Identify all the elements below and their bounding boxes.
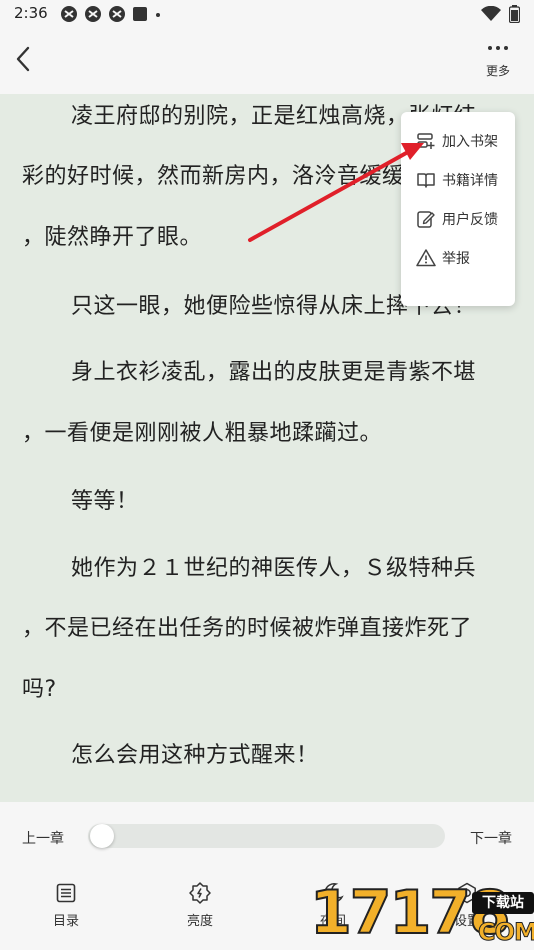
wifi-icon	[481, 6, 501, 21]
text-line: 怎么会用这种方式醒来！	[71, 743, 319, 768]
text-line: 吗?	[22, 677, 57, 702]
notification-icons	[60, 5, 162, 23]
book-icon	[417, 173, 435, 188]
warning-icon	[416, 249, 436, 267]
more-menu: 加入书架 书籍详情 用户反馈 举报	[401, 112, 515, 306]
tab-catalog[interactable]: 目录	[36, 882, 96, 929]
notification-app-icon	[109, 6, 125, 22]
menu-item-label: 书籍详情	[442, 173, 498, 189]
menu-item-feedback[interactable]: 用户反馈	[401, 200, 515, 238]
prev-chapter-button[interactable]: 上一章	[22, 828, 64, 848]
back-button[interactable]	[10, 42, 40, 76]
brightness-icon	[189, 882, 211, 904]
menu-item-label: 举报	[442, 251, 470, 267]
chevron-left-icon	[16, 46, 30, 72]
next-chapter-button[interactable]: 下一章	[470, 828, 512, 848]
more-label: 更多	[485, 64, 510, 78]
status-time: 2:36	[14, 4, 48, 22]
notification-dot-icon	[156, 13, 160, 17]
battery-icon	[509, 5, 520, 23]
menu-item-add-to-shelf[interactable]: 加入书架	[401, 122, 515, 160]
list-icon	[56, 883, 76, 903]
tab-label: 目录	[52, 914, 79, 929]
text-line: 等等！	[71, 489, 139, 514]
status-bar: 2:36	[0, 0, 534, 28]
watermark-suffix: COM	[478, 918, 534, 947]
text-line: ，一看便是刚刚被人粗暴地蹂躏过。	[22, 421, 383, 446]
tab-brightness[interactable]: 亮度	[170, 882, 230, 929]
text-line: ，陡然睁开了眼。	[22, 225, 203, 250]
notification-app-icon	[85, 6, 101, 22]
menu-item-book-details[interactable]: 书籍详情	[401, 161, 515, 199]
menu-item-report[interactable]: 举报	[401, 239, 515, 277]
notification-square-icon	[133, 7, 147, 21]
more-button[interactable]: 更多	[480, 38, 516, 86]
text-line: ，不是已经在出任务的时候被炸弹直接炸死了	[22, 616, 473, 641]
menu-item-label: 用户反馈	[442, 212, 498, 228]
more-dots-icon	[480, 46, 516, 50]
text-line: 她作为２１世纪的神医传人，Ｓ级特种兵	[71, 556, 477, 581]
chapter-progress-slider[interactable]	[88, 824, 445, 848]
watermark-badge: 下载站	[472, 892, 534, 914]
text-line: 彩的好时候，然而新房内，洛泠音缓缓	[22, 164, 405, 189]
slider-thumb[interactable]	[90, 824, 114, 848]
reader-toolbar: 更多	[0, 28, 534, 94]
text-line: 身上衣衫凌乱，露出的皮肤更是青紫不堪	[71, 360, 477, 385]
add-to-shelf-icon	[417, 133, 435, 149]
feedback-icon	[417, 211, 435, 228]
system-icons	[481, 5, 520, 23]
notification-app-icon	[61, 6, 77, 22]
site-watermark-logo: 17178 下载站 COM	[308, 877, 534, 950]
tab-label: 亮度	[186, 914, 213, 929]
menu-item-label: 加入书架	[442, 134, 498, 150]
